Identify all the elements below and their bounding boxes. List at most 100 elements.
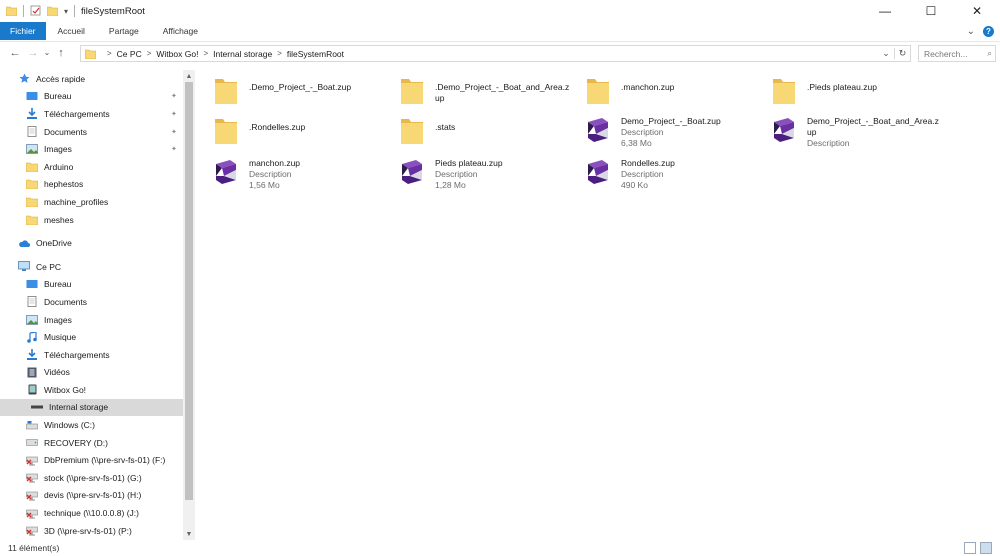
sidebar-item-images[interactable]: Images ✦ [0,140,183,158]
file-item[interactable]: Pieds plateau.zup Description 1,28 Mo [394,154,574,194]
new-folder-icon[interactable] [46,5,59,18]
sidebar-item-folder[interactable]: Arduino [0,158,183,176]
sidebar-item-folder[interactable]: hephestos [0,176,183,194]
sidebar-item-network-drive[interactable]: devis (\\pre-srv-fs-01) (H:) [0,487,183,505]
navigation-pane-scrollbar[interactable]: ▲ ▼ [183,70,195,540]
sidebar-item-folder[interactable]: meshes [0,211,183,229]
sidebar-item-desktop[interactable]: Bureau [0,276,183,294]
sidebar-item-network-drive[interactable]: 3D (\\pre-srv-fs-01) (P:) [0,522,183,540]
sidebar-item-label: Bureau [44,91,72,102]
sidebar-item-images[interactable]: Images [0,311,183,329]
sidebar-item-label: Accès rapide [36,73,86,84]
breadcrumb-current[interactable]: fileSystemRoot [287,49,344,59]
address-actions: ⌄ ↻ [878,46,910,61]
file-item[interactable]: Rondelles.zup Description 490 Ko [580,154,760,194]
recent-locations-button[interactable]: ⌄ [42,44,52,62]
help-button[interactable]: ? [983,25,994,37]
expand-ribbon-button[interactable]: ⌄ [967,26,975,37]
file-item[interactable]: Demo_Project_-_Boat.zup Description 6,38 M… [580,112,760,152]
tab-share[interactable]: Partage [97,22,151,40]
sidebar-item-label: Images [44,144,72,155]
sidebar-item-drive-d[interactable]: RECOVERY (D:) [0,434,183,452]
maximize-button[interactable]: ☐ [908,0,954,22]
tiles-view-button[interactable] [980,542,992,554]
status-bar: 11 élément(s) [0,540,1000,556]
sidebar-item-label: DbPremium (\\pre-srv-fs-01) (F:) [44,455,166,466]
minimize-button[interactable]: — [862,0,908,22]
sidebar-item-documents[interactable]: Documents ✦ [0,123,183,141]
drive-icon [26,437,38,448]
pin-icon: ✦ [171,93,177,101]
forward-button[interactable]: → [24,44,42,62]
zup-file-icon [208,154,244,190]
breadcrumb-storage[interactable]: Internal storage [213,49,272,59]
folder-item[interactable]: .Pieds plateau.zup [766,72,946,112]
item-count: 11 élément(s) [8,543,60,553]
sidebar-item-this-pc[interactable]: Ce PC [0,258,183,276]
file-item[interactable]: Demo_Project_-_Boat_and_Area.zup Descript… [766,112,946,152]
sidebar-item-label: Internal storage [49,402,109,413]
details-view-button[interactable] [964,542,976,554]
item-name: Demo_Project_-_Boat_and_Area.zup [807,116,939,137]
folder-item[interactable]: .Demo_Project_-_Boat.zup [208,72,388,112]
item-size: 6,38 Mo [621,138,652,148]
zup-file-icon [580,112,616,148]
sidebar-item-quick-access[interactable]: Accès rapide [0,70,183,88]
breadcrumb-this-pc[interactable]: Ce PC [117,49,142,59]
sidebar-item-label: Documents [44,296,87,307]
tab-file[interactable]: Fichier [0,22,46,40]
ribbon-tabs: Fichier Accueil Partage Affichage [0,22,1000,40]
tab-home[interactable]: Accueil [46,22,97,40]
item-text: Demo_Project_-_Boat.zup Description 6,38 M… [621,112,721,149]
breadcrumb-separator: > [203,49,209,58]
folder-item[interactable]: .stats [394,112,574,152]
separator [74,5,76,17]
sidebar-item-desktop[interactable]: Bureau ✦ [0,88,183,106]
refresh-button[interactable]: ↻ [894,48,910,59]
item-text: .Demo_Project_-_Boat_and_Area.zup [435,72,570,104]
sidebar-item-downloads[interactable]: Téléchargements ✦ [0,105,183,123]
folder-item[interactable]: .Demo_Project_-_Boat_and_Area.zup [394,72,574,112]
back-button[interactable]: ← [6,44,24,62]
item-size: 490 Ko [621,180,648,190]
scroll-down-arrow[interactable]: ▼ [183,528,195,540]
sidebar-item-label: Arduino [44,161,74,172]
sidebar-item-music[interactable]: Musique [0,328,183,346]
file-item[interactable]: manchon.zup Description 1,56 Mo [208,154,388,194]
sidebar-item-folder[interactable]: machine_profiles [0,193,183,211]
sidebar-item-network-drive[interactable]: stock (\\pre-srv-fs-01) (G:) [0,469,183,487]
sidebar-item-drive-c[interactable]: Windows (C:) [0,416,183,434]
folder-item[interactable]: .Rondelles.zup [208,112,388,152]
item-text: Rondelles.zup Description 490 Ko [621,154,675,191]
item-name: .stats [435,122,456,132]
disconnected-network-drive-icon [26,490,38,501]
folder-icon [26,179,38,190]
folder-item[interactable]: .manchon.zup [580,72,760,112]
breadcrumb-device[interactable]: Witbox Go! [156,49,198,59]
sidebar-item-network-drive[interactable]: technique (\\10.0.0.8) (J:) [0,504,183,522]
sidebar-item-label: technique (\\10.0.0.8) (J:) [44,508,139,519]
separator [23,5,24,17]
close-button[interactable]: ✕ [954,0,1000,22]
tab-view[interactable]: Affichage [151,22,210,40]
download-icon [26,108,38,120]
scrollbar-thumb[interactable] [185,82,193,500]
search-input[interactable]: Recherch... ⌕ [918,45,996,62]
item-text: Demo_Project_-_Boat_and_Area.zup Descript… [807,112,942,149]
sidebar-item-downloads[interactable]: Téléchargements [0,346,183,364]
up-button[interactable]: ↑ [52,44,70,62]
image-icon [26,144,38,155]
sidebar-item-network-drive[interactable]: DbPremium (\\pre-srv-fs-01) (F:) [0,451,183,469]
sidebar-item-internal-storage[interactable]: Internal storage [0,398,183,417]
sidebar-item-videos[interactable]: Vidéos [0,364,183,382]
properties-icon[interactable] [30,5,41,18]
sidebar-item-label: hephestos [44,179,84,190]
address-dropdown-button[interactable]: ⌄ [878,48,894,59]
customize-toolbar-icon[interactable]: ▾ [64,7,68,16]
scroll-up-arrow[interactable]: ▲ [183,70,195,82]
item-name: Rondelles.zup [621,158,675,168]
sidebar-item-onedrive[interactable]: OneDrive [0,234,183,252]
sidebar-item-device[interactable]: Witbox Go! [0,381,183,399]
address-bar[interactable]: > Ce PC > Witbox Go! > Internal storage … [80,45,911,62]
sidebar-item-documents[interactable]: Documents [0,293,183,311]
